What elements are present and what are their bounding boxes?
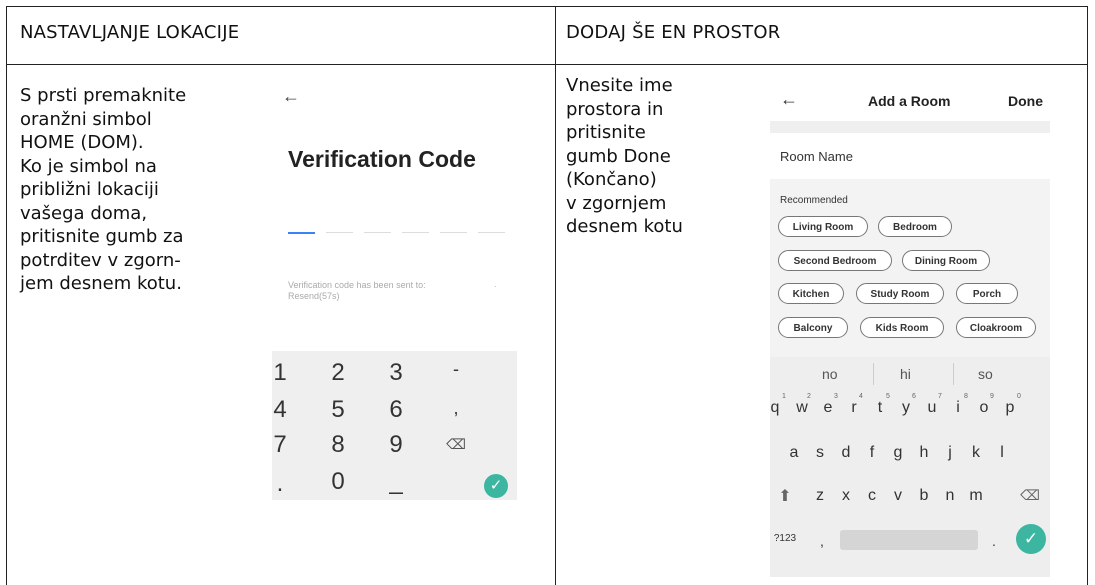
key-q[interactable]: q: [765, 399, 785, 417]
code-cell[interactable]: [364, 232, 391, 233]
key-0[interactable]: 0: [318, 468, 358, 496]
chip-cloakroom[interactable]: Cloakroom: [956, 317, 1036, 338]
room-name-field[interactable]: Room Name: [770, 133, 1050, 179]
chip-living-room[interactable]: Living Room: [778, 216, 868, 237]
backspace-icon[interactable]: ⌫: [436, 436, 476, 453]
shift-icon[interactable]: ⬆: [775, 486, 795, 506]
key-i[interactable]: i: [948, 399, 968, 417]
code-cell[interactable]: [402, 232, 429, 233]
code-cell[interactable]: [288, 232, 315, 234]
key-underscore[interactable]: _: [376, 468, 416, 496]
key-o[interactable]: o: [974, 399, 994, 417]
chip-kitchen[interactable]: Kitchen: [778, 283, 844, 304]
chip-second-bedroom[interactable]: Second Bedroom: [778, 250, 892, 271]
back-arrow-icon[interactable]: ←: [282, 86, 300, 107]
backspace-icon[interactable]: ⌫: [1020, 487, 1040, 504]
key-e[interactable]: e: [818, 399, 838, 417]
key-h[interactable]: h: [914, 444, 934, 462]
code-cell[interactable]: [478, 232, 505, 233]
header-divider: [6, 64, 1088, 65]
key-u[interactable]: u: [922, 399, 942, 417]
screen-title: Add a Room: [868, 93, 951, 109]
key-v[interactable]: v: [888, 487, 908, 505]
key-7[interactable]: 7: [260, 431, 300, 459]
suggestion-divider: [953, 363, 954, 385]
chip-dining-room[interactable]: Dining Room: [902, 250, 990, 271]
key-4[interactable]: 4: [260, 396, 300, 424]
key-p[interactable]: p: [1000, 399, 1020, 417]
key-b[interactable]: b: [914, 487, 934, 505]
key-x[interactable]: x: [836, 487, 856, 505]
suggestion-divider: [873, 363, 874, 385]
key-2[interactable]: 2: [318, 359, 358, 387]
key-8[interactable]: 8: [318, 431, 358, 459]
location-instruction: S prsti premaknite oranžni simbol HOME (…: [20, 85, 187, 294]
add-room-screen: ← Add a Room Done Room Name Recommended …: [770, 77, 1050, 577]
space-bar[interactable]: [840, 530, 978, 550]
verification-screen: ← Verification Code Verification code ha…: [272, 76, 517, 500]
key-5[interactable]: 5: [318, 396, 358, 424]
comma-key[interactable]: ,: [812, 533, 832, 549]
done-button[interactable]: Done: [1008, 93, 1043, 109]
chip-bedroom[interactable]: Bedroom: [878, 216, 952, 237]
key-z[interactable]: z: [810, 487, 830, 505]
key-f[interactable]: f: [862, 444, 882, 462]
key-3[interactable]: 3: [376, 359, 416, 387]
chip-study-room[interactable]: Study Room: [856, 283, 944, 304]
suggestion-hi[interactable]: hi: [900, 366, 911, 382]
key-m[interactable]: m: [966, 487, 986, 505]
key-t[interactable]: t: [870, 399, 890, 417]
code-cell[interactable]: [440, 232, 467, 233]
symbols-key[interactable]: ?123: [772, 533, 798, 544]
chip-kids-room[interactable]: Kids Room: [860, 317, 944, 338]
key-l[interactable]: l: [992, 444, 1012, 462]
room-instruction: Vnesite ime prostora in pritisnite gumb …: [566, 75, 683, 237]
enter-check-icon[interactable]: ✓: [1016, 524, 1046, 554]
suggestion-no[interactable]: no: [822, 366, 838, 382]
key-1[interactable]: 1: [260, 359, 300, 387]
back-arrow-icon[interactable]: ←: [780, 89, 798, 110]
key-9[interactable]: 9: [376, 431, 416, 459]
key-a[interactable]: a: [784, 444, 804, 462]
section-title-room: DODAJ ŠE EN PROSTOR: [566, 22, 781, 43]
room-name-label: Room Name: [780, 149, 853, 164]
sent-to-text: Verification code has been sent to:: [288, 280, 426, 290]
spacer: [770, 121, 1050, 133]
key-d[interactable]: d: [836, 444, 856, 462]
key-j[interactable]: j: [940, 444, 960, 462]
verification-title: Verification Code: [288, 146, 476, 172]
key-c[interactable]: c: [862, 487, 882, 505]
key-w[interactable]: w: [792, 399, 812, 417]
recommended-label: Recommended: [780, 195, 848, 206]
chip-porch[interactable]: Porch: [956, 283, 1018, 304]
key-k[interactable]: k: [966, 444, 986, 462]
key-6[interactable]: 6: [376, 396, 416, 424]
suggestion-so[interactable]: so: [978, 366, 993, 382]
key-y[interactable]: y: [896, 399, 916, 417]
key-comma[interactable]: ,: [436, 398, 476, 419]
resend-link[interactable]: Resend(57s): [288, 291, 340, 301]
code-input[interactable]: [288, 232, 510, 235]
code-cell[interactable]: [326, 232, 353, 233]
key-n[interactable]: n: [940, 487, 960, 505]
key-r[interactable]: r: [844, 399, 864, 417]
key-s[interactable]: s: [810, 444, 830, 462]
chip-balcony[interactable]: Balcony: [778, 317, 848, 338]
key-g[interactable]: g: [888, 444, 908, 462]
confirm-check-icon[interactable]: ✓: [484, 474, 508, 498]
section-title-location: NASTAVLJANJE LOKACIJE: [20, 22, 240, 43]
column-divider: [555, 6, 556, 585]
key-period[interactable]: .: [260, 470, 300, 498]
masked-number: .: [494, 279, 497, 289]
period-key[interactable]: .: [984, 533, 1004, 549]
key-minus[interactable]: -: [436, 359, 476, 380]
